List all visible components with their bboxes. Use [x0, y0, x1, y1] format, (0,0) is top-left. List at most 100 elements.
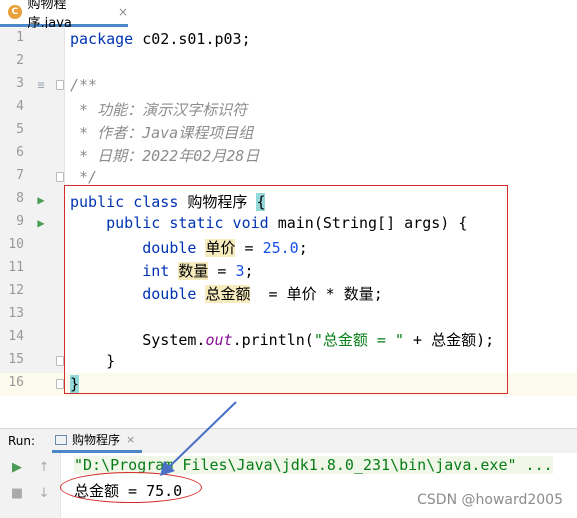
console-toolbar: ▶ ↑ ■ ↓: [0, 453, 61, 518]
code-token: public static void: [70, 214, 278, 232]
code-token: {: [256, 193, 266, 211]
code-token: .println(: [232, 331, 314, 349]
code-text: * 日期：2022年02月28日: [70, 145, 259, 166]
code-token: main(String[] args) {: [277, 214, 468, 232]
code-text: double 总金额 = 单价 * 数量;: [70, 283, 383, 304]
code-token: * 功能：演示汉字标识符: [70, 101, 248, 119]
code-token: "总金额 = ": [313, 331, 404, 349]
code-text: double 单价 = 25.0;: [70, 237, 308, 258]
code-token: 25.0: [262, 239, 299, 257]
watermark: CSDN @howard2005: [417, 492, 563, 508]
code-text: * 作者：Java课程项目组: [70, 122, 253, 143]
code-text: System.out.println("总金额 = " + 总金额);: [70, 329, 494, 350]
code-token: 3: [235, 262, 245, 280]
code-token: + 总金额);: [404, 331, 495, 349]
code-token: /**: [70, 76, 98, 94]
code-token: = 单价 * 数量;: [250, 285, 383, 303]
run-gutter-icon[interactable]: ▶: [34, 193, 48, 207]
rerun-icon[interactable]: ▶: [9, 460, 25, 476]
code-token: 购物程序: [187, 193, 248, 211]
line-number: 10: [8, 237, 24, 252]
stop-icon[interactable]: ■: [9, 486, 25, 502]
fold-marker-icon[interactable]: [56, 379, 64, 389]
line-number: 5: [16, 122, 24, 137]
code-line[interactable]: 1 package c02.s01.p03;: [0, 28, 577, 51]
line-number: 9: [16, 214, 24, 229]
code-token: public class: [70, 193, 188, 211]
code-line[interactable]: 10 double 单价 = 25.0;: [0, 235, 577, 258]
code-token: ;: [244, 262, 254, 280]
console-command-line: "D:\Program Files\Java\jdk1.8.0_231\bin\…: [74, 456, 553, 474]
line-number: 4: [16, 99, 24, 114]
line-number: 11: [8, 260, 24, 275]
close-icon[interactable]: ×: [126, 433, 135, 446]
code-token: System.: [70, 331, 206, 349]
console-icon: [55, 434, 67, 445]
annotation-ellipse: [60, 472, 202, 503]
editor-tab-bar: C 购物程序.java ×: [0, 0, 577, 31]
close-icon[interactable]: ×: [118, 5, 128, 19]
code-token: }: [70, 352, 116, 370]
run-label: Run:: [8, 434, 36, 448]
code-line[interactable]: 11 int 数量 = 3;: [0, 258, 577, 281]
code-line[interactable]: 7 */: [0, 166, 577, 189]
code-token: 数量: [178, 262, 209, 280]
line-number: 13: [8, 306, 24, 321]
line-number: 15: [8, 352, 24, 367]
run-gutter-icon[interactable]: ▶: [34, 216, 48, 230]
code-token: ;: [298, 239, 308, 257]
code-token: out: [205, 331, 233, 349]
code-text: package c02.s01.p03;: [70, 30, 251, 48]
code-text: }: [70, 352, 115, 370]
code-token: */: [70, 168, 98, 186]
code-text: }: [70, 375, 80, 393]
code-text: * 功能：演示汉字标识符: [70, 99, 247, 120]
code-text: public class 购物程序 {: [70, 191, 266, 212]
code-line[interactable]: 6 * 日期：2022年02月28日: [0, 143, 577, 166]
line-number: 16: [8, 375, 24, 390]
line-number: 2: [16, 53, 24, 68]
code-line[interactable]: 4 * 功能：演示汉字标识符: [0, 97, 577, 120]
code-token: 总金额: [205, 285, 251, 303]
tab-file[interactable]: C 购物程序.java ×: [0, 0, 128, 31]
doc-comment-icon[interactable]: ≡: [34, 78, 48, 92]
code-line[interactable]: 9 ▶ public static void main(String[] args…: [0, 212, 577, 235]
line-number: 7: [16, 168, 24, 183]
code-token: * 作者：Java课程项目组: [70, 124, 254, 142]
code-token: =: [235, 239, 263, 257]
fold-marker-icon[interactable]: [56, 356, 64, 366]
code-line[interactable]: 5 * 作者：Java课程项目组: [0, 120, 577, 143]
code-text: /**: [70, 76, 97, 94]
code-editor[interactable]: 1 package c02.s01.p03; 2 3 ≡ /** 4 * 功能：演示汉字标识…: [0, 28, 577, 396]
code-line[interactable]: 14 System.out.println("总金额 = " + 总金额);: [0, 327, 577, 350]
run-toolbar: Run: 购物程序 ×: [0, 428, 577, 454]
code-token: double: [70, 239, 206, 257]
tab-file-label: 购物程序.java: [27, 0, 72, 31]
code-line[interactable]: 15 }: [0, 350, 577, 373]
fold-marker-icon[interactable]: [56, 80, 64, 90]
code-line[interactable]: 2: [0, 51, 577, 74]
fold-marker-icon[interactable]: [56, 172, 64, 182]
code-token: * 日期：2022年02月28日: [70, 147, 260, 165]
scroll-down-icon[interactable]: ↓: [36, 486, 52, 502]
code-line[interactable]: 8 ▶ public class 购物程序 {: [0, 189, 577, 212]
line-number: 8: [16, 191, 24, 206]
code-line[interactable]: 12 double 总金额 = 单价 * 数量;: [0, 281, 577, 304]
code-token: =: [208, 262, 236, 280]
code-line[interactable]: 16}: [0, 373, 577, 396]
line-number: 12: [8, 283, 24, 298]
java-class-icon: C: [8, 5, 22, 19]
code-line[interactable]: 13: [0, 304, 577, 327]
code-token: package: [70, 30, 143, 48]
line-number: 14: [8, 329, 24, 344]
code-token: double: [70, 285, 206, 303]
code-text: public static void main(String[] args) {: [70, 214, 467, 232]
code-line[interactable]: 3 ≡ /**: [0, 74, 577, 97]
code-text: */: [70, 168, 97, 186]
code-token: 单价: [205, 239, 236, 257]
scroll-up-icon[interactable]: ↑: [36, 460, 52, 476]
tab-run-config[interactable]: 购物程序 ×: [52, 429, 142, 453]
run-tab-label: 购物程序: [72, 433, 121, 447]
line-number: 6: [16, 145, 24, 160]
code-token: }: [70, 375, 80, 393]
